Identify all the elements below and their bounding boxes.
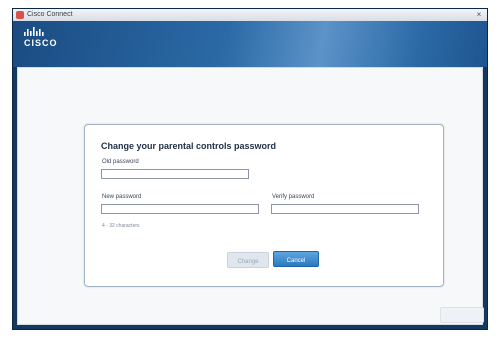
change-button[interactable]: Change: [227, 252, 269, 268]
cisco-header-banner: CISCO: [13, 21, 487, 67]
cancel-button[interactable]: Cancel: [273, 251, 319, 267]
verify-password-label: Verify password: [272, 194, 315, 200]
verify-password-field[interactable]: [271, 204, 419, 214]
password-length-hint: 4 - 32 characters: [102, 223, 140, 229]
dialog-heading: Change your parental controls password: [101, 141, 277, 151]
cisco-logo: [24, 27, 44, 36]
cisco-connect-window: Cisco Connect × CISCO Change your parent…: [12, 8, 488, 330]
faded-next-button: [440, 307, 484, 323]
change-password-dialog: Change your parental controls password O…: [84, 124, 444, 287]
window-title: Cisco Connect: [27, 11, 73, 18]
old-password-field[interactable]: [101, 169, 249, 179]
cisco-logo-text: CISCO: [24, 38, 58, 48]
cisco-connect-app-icon: [16, 11, 24, 19]
old-password-label: Old password: [102, 159, 139, 165]
new-password-label: New password: [102, 194, 142, 200]
new-password-field[interactable]: [101, 204, 259, 214]
content-area: Change your parental controls password O…: [17, 67, 484, 325]
close-icon[interactable]: ×: [474, 10, 484, 19]
